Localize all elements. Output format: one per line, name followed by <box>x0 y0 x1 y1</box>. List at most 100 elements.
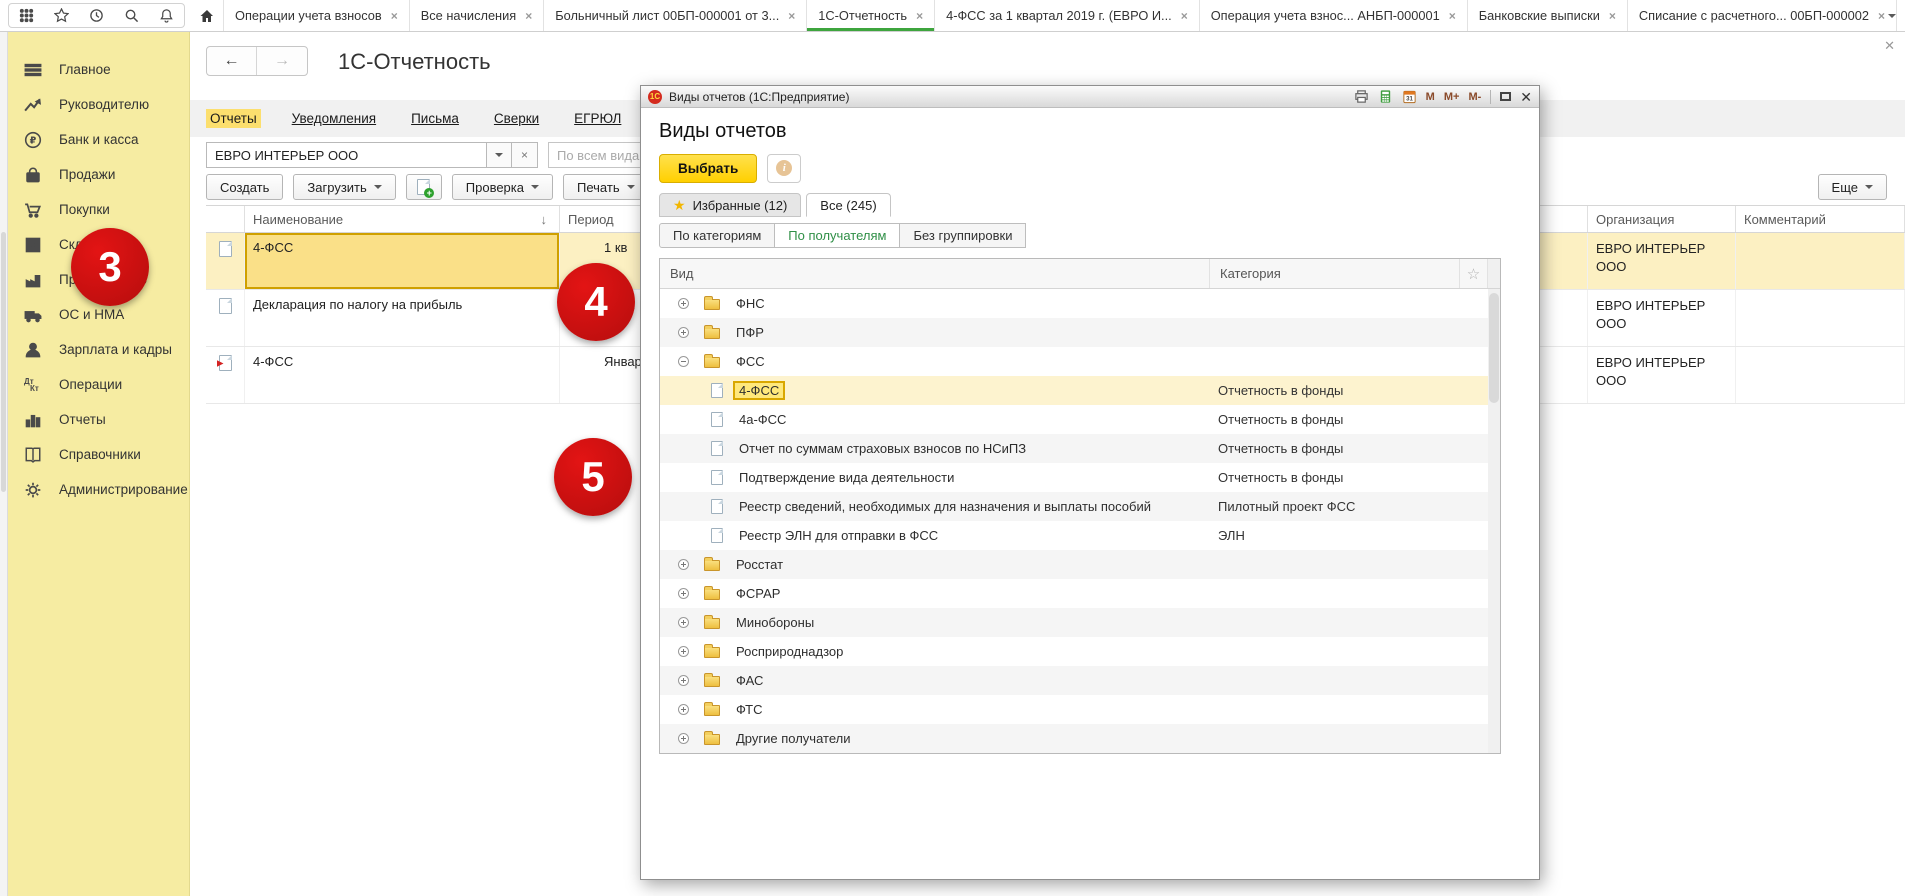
calculator-icon[interactable] <box>1378 89 1393 104</box>
expander-icon[interactable] <box>678 588 689 599</box>
search-icon[interactable] <box>114 4 149 27</box>
sidebar-item-pokupki[interactable]: Покупки <box>8 192 189 227</box>
print-button[interactable]: Печать <box>563 174 649 200</box>
new-document-button[interactable]: + <box>406 174 442 200</box>
tree-row[interactable]: ФТС <box>660 695 1500 724</box>
tab-close-icon[interactable]: × <box>1609 9 1616 23</box>
tab-favorites[interactable]: ★Избранные (12) <box>659 193 801 217</box>
section-tab[interactable]: Сверки <box>490 109 543 128</box>
scrollbar-track[interactable] <box>1488 259 1500 288</box>
history-icon[interactable] <box>79 4 114 27</box>
expander-icon[interactable] <box>678 356 689 367</box>
combo-dropdown-icon[interactable] <box>486 142 512 168</box>
kind-column-header[interactable]: Вид <box>660 259 1210 288</box>
tab-close-icon[interactable]: × <box>391 9 398 23</box>
scrollbar-track[interactable] <box>1488 608 1500 637</box>
tree-row[interactable]: ФНС <box>660 289 1500 318</box>
dialog-close-icon[interactable]: ✕ <box>1520 90 1532 104</box>
tab-close-icon[interactable]: × <box>916 9 923 23</box>
main-window-minus-button[interactable]: M- <box>1468 91 1481 103</box>
scrollbar-track[interactable] <box>1488 666 1500 695</box>
tab-close-icon[interactable]: × <box>525 9 532 23</box>
section-tab[interactable]: Отчеты <box>206 109 261 128</box>
window-tab[interactable]: Операция учета взнос... АНБП-000001 × <box>1200 0 1468 31</box>
info-button[interactable]: i <box>767 154 801 183</box>
dialog-titlebar[interactable]: 1С Виды отчетов (1С:Предприятие) 31 M M+… <box>641 86 1539 108</box>
scrollbar-track[interactable] <box>1488 492 1500 521</box>
scrollbar-track[interactable] <box>1488 695 1500 724</box>
star-column-header[interactable]: ☆ <box>1460 259 1488 288</box>
org-column-header[interactable]: Организация <box>1588 206 1736 232</box>
create-button[interactable]: Создать <box>206 174 283 200</box>
tab-close-icon[interactable]: × <box>788 9 795 23</box>
scrollbar-thumb[interactable] <box>1489 293 1499 403</box>
tree-row[interactable]: 4-ФСС Отчетность в фонды <box>660 376 1500 405</box>
nav-back-icon[interactable]: ← <box>207 47 257 75</box>
sidebar-item-zarplata-i-kadry[interactable]: Зарплата и кадры <box>8 332 189 367</box>
window-tab[interactable]: Списание с расчетного... 00БП-000002 × <box>1628 0 1897 31</box>
tab-all[interactable]: Все (245) <box>806 193 890 217</box>
expander-icon[interactable] <box>678 675 689 686</box>
scrollbar-track[interactable] <box>1488 463 1500 492</box>
calendar-icon[interactable]: 31 <box>1402 89 1417 104</box>
organization-filter-input[interactable] <box>206 142 486 168</box>
form-close-icon[interactable]: ✕ <box>1884 38 1895 54</box>
grouping-option[interactable]: По получателям <box>774 223 900 248</box>
sidebar-item-sklad[interactable]: Склад <box>8 227 189 262</box>
load-button[interactable]: Загрузить <box>293 174 395 200</box>
section-tab[interactable]: Уведомления <box>288 109 380 128</box>
sidebar-item-rukovoditelyu[interactable]: Руководителю <box>8 87 189 122</box>
favorites-star-icon[interactable] <box>44 4 79 27</box>
sidebar-item-bank-i-kassa[interactable]: ₽Банк и касса <box>8 122 189 157</box>
grouping-option[interactable]: По категориям <box>659 223 775 248</box>
sidebar-item-otchety[interactable]: Отчеты <box>8 402 189 437</box>
tree-row[interactable]: ФСС <box>660 347 1500 376</box>
tree-row[interactable]: Отчет по суммам страховых взносов по НСи… <box>660 434 1500 463</box>
main-window-button[interactable]: M <box>1426 91 1435 103</box>
scrollbar-track[interactable] <box>1488 579 1500 608</box>
tree-row[interactable]: Другие получатели <box>660 724 1500 753</box>
section-tab[interactable]: ЕГРЮЛ <box>570 109 625 128</box>
window-tab[interactable]: 4-ФСС за 1 квартал 2019 г. (ЕВРО И... × <box>935 0 1200 31</box>
apps-grid-icon[interactable] <box>9 4 44 27</box>
sidebar-item-spravochniki[interactable]: Справочники <box>8 437 189 472</box>
tree-row[interactable]: ПФР <box>660 318 1500 347</box>
sidebar-scrollbar[interactable] <box>0 32 8 896</box>
expander-icon[interactable] <box>678 617 689 628</box>
window-tab[interactable]: Операции учета взносов × <box>223 0 410 31</box>
maximize-icon[interactable] <box>1500 92 1511 101</box>
category-column-header[interactable]: Категория <box>1210 259 1460 288</box>
check-button[interactable]: Проверка <box>452 174 553 200</box>
more-button[interactable]: Еще <box>1818 174 1887 200</box>
window-tab[interactable]: 1С-Отчетность × <box>807 0 935 31</box>
window-tab[interactable]: Все начисления × <box>410 0 544 31</box>
expander-icon[interactable] <box>678 704 689 715</box>
scrollbar-track[interactable] <box>1488 405 1500 434</box>
main-window-plus-button[interactable]: M+ <box>1444 91 1460 103</box>
tree-row[interactable]: 4а-ФСС Отчетность в фонды <box>660 405 1500 434</box>
scrollbar-track[interactable] <box>1488 724 1500 753</box>
sidebar-item-operacii[interactable]: ДтКтОперации <box>8 367 189 402</box>
expander-icon[interactable] <box>678 559 689 570</box>
sidebar-item-prodazhi[interactable]: Продажи <box>8 157 189 192</box>
tree-row[interactable]: Минобороны <box>660 608 1500 637</box>
select-button[interactable]: Выбрать <box>659 154 757 183</box>
grouping-option[interactable]: Без группировки <box>899 223 1026 248</box>
scrollbar-track[interactable] <box>1488 434 1500 463</box>
scrollbar-track[interactable] <box>1488 521 1500 550</box>
tab-close-icon[interactable]: × <box>1449 9 1456 23</box>
scrollbar-track[interactable] <box>1488 637 1500 666</box>
name-column-header[interactable]: Наименование↓ <box>245 206 560 232</box>
tree-row[interactable]: ФАС <box>660 666 1500 695</box>
expander-icon[interactable] <box>678 327 689 338</box>
section-tab[interactable]: Письма <box>407 109 463 128</box>
print-icon[interactable] <box>1354 89 1369 104</box>
tree-row[interactable]: Реестр ЭЛН для отправки в ФСС ЭЛН <box>660 521 1500 550</box>
sidebar-item-os-i-nma[interactable]: ОС и НМА <box>8 297 189 332</box>
notifications-bell-icon[interactable] <box>149 4 184 27</box>
tab-close-icon[interactable]: × <box>1878 9 1885 23</box>
tree-row[interactable]: Подтверждение вида деятельности Отчетнос… <box>660 463 1500 492</box>
window-tab[interactable]: Банковские выписки × <box>1468 0 1628 31</box>
expander-icon[interactable] <box>678 298 689 309</box>
tree-row[interactable]: ФСРАР <box>660 579 1500 608</box>
